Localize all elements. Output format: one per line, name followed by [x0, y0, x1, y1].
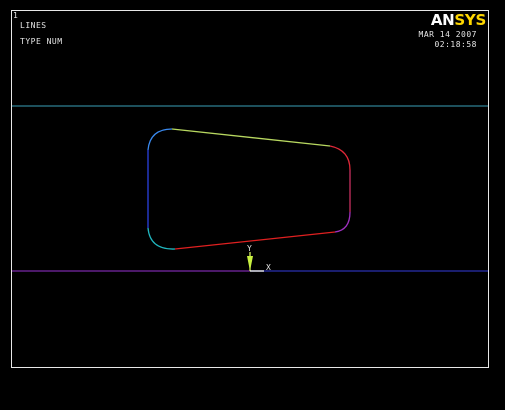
- triad-x-label: X: [266, 263, 272, 272]
- arc-bottom-right: [334, 211, 351, 233]
- triad-y-label: Y: [247, 244, 253, 253]
- arc-top-right: [329, 145, 351, 171]
- arc-top-left: [147, 128, 173, 151]
- axis-triad: [247, 252, 264, 272]
- area-outline: [147, 128, 351, 250]
- y-axis-arrow: [247, 256, 253, 271]
- model-canvas: [12, 105, 488, 272]
- arc-bottom-left: [147, 227, 176, 250]
- line-bottom: [174, 231, 336, 250]
- line-top: [171, 128, 331, 147]
